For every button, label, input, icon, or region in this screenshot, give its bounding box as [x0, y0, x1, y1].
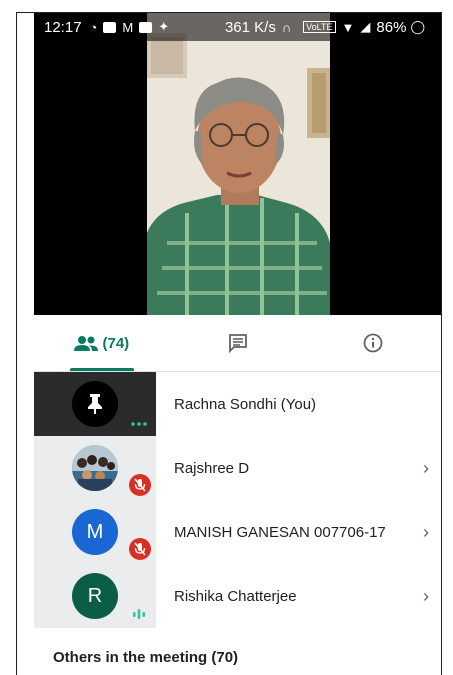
tab-chat[interactable]	[170, 315, 306, 371]
volte-badge: VoLTE	[303, 21, 336, 33]
meet-screen: 12:17 ◔ M ✦ 361 K/s ∩ VoLTE ▼ ◢ 86% ◯ (7…	[16, 12, 442, 675]
pin-icon	[88, 394, 102, 414]
avatar-cell: R	[34, 564, 156, 628]
sync-icon: ◯	[410, 19, 425, 34]
participant-row-self[interactable]: Rachna Sondhi (You)	[34, 372, 441, 436]
muted-badge	[129, 538, 151, 560]
more-options-icon[interactable]	[131, 422, 147, 426]
avatar: R	[72, 573, 118, 619]
participant-name: Rachna Sondhi (You)	[174, 395, 317, 413]
avatar-cell	[34, 436, 156, 500]
message-icon	[103, 21, 117, 33]
group-photo-avatar	[72, 445, 118, 491]
avatar-letter: R	[87, 584, 103, 607]
participant-name: Rajshree D	[174, 459, 250, 477]
mic-off-icon	[134, 478, 146, 492]
clock: 12:17	[44, 18, 82, 36]
info-icon	[363, 333, 383, 353]
status-bar: 12:17 ◔ M ✦ 361 K/s ∩ VoLTE ▼ ◢ 86% ◯	[34, 13, 441, 41]
chevron-right-icon[interactable]: ›	[411, 522, 441, 543]
participant-name: MANISH GANESAN 007706-17	[174, 523, 386, 541]
chevron-right-icon[interactable]: ›	[411, 458, 441, 479]
twitter-icon: ✦	[158, 19, 170, 34]
avatar-letter: M	[86, 520, 104, 543]
wifi-icon: ▼	[341, 19, 355, 35]
participant-count: (74)	[102, 334, 130, 352]
gallery-icon	[139, 21, 153, 33]
mic-off-icon	[134, 542, 146, 556]
video-feed[interactable]	[34, 13, 441, 315]
self-avatar-cell	[34, 372, 156, 436]
tab-people[interactable]: (74)	[34, 315, 170, 371]
battery-level: 86%	[376, 18, 407, 36]
avatar: M	[72, 509, 118, 555]
avatar-cell: M	[34, 500, 156, 564]
others-section-title: Others in the meeting (70)	[53, 649, 239, 666]
participant-row-manish[interactable]: M MANISH GANESAN 007706-17 ›	[34, 500, 441, 564]
chat-icon	[228, 334, 247, 353]
avatar	[72, 445, 118, 491]
avatar	[72, 381, 118, 427]
person-video-image	[147, 13, 330, 315]
participant-row-rajshree[interactable]: Rajshree D ›	[34, 436, 441, 500]
whatsapp-icon: ◔	[89, 19, 98, 35]
headphone-icon: ∩	[281, 19, 292, 35]
participant-name: Rishika Chatterjee	[174, 587, 297, 605]
tab-info[interactable]	[305, 315, 441, 371]
muted-badge	[129, 474, 151, 496]
gmail-icon: M	[122, 19, 134, 35]
people-icon	[74, 336, 99, 351]
self-video-frame	[147, 13, 330, 315]
chevron-right-icon[interactable]: ›	[411, 586, 441, 607]
meeting-tabs: (74)	[34, 315, 441, 372]
network-speed: 361 K/s	[224, 18, 276, 36]
participant-row-rishika[interactable]: R Rishika Chatterjee ›	[34, 564, 441, 628]
signal-icon: ◢	[360, 19, 371, 34]
speaking-indicator-icon	[133, 609, 145, 619]
